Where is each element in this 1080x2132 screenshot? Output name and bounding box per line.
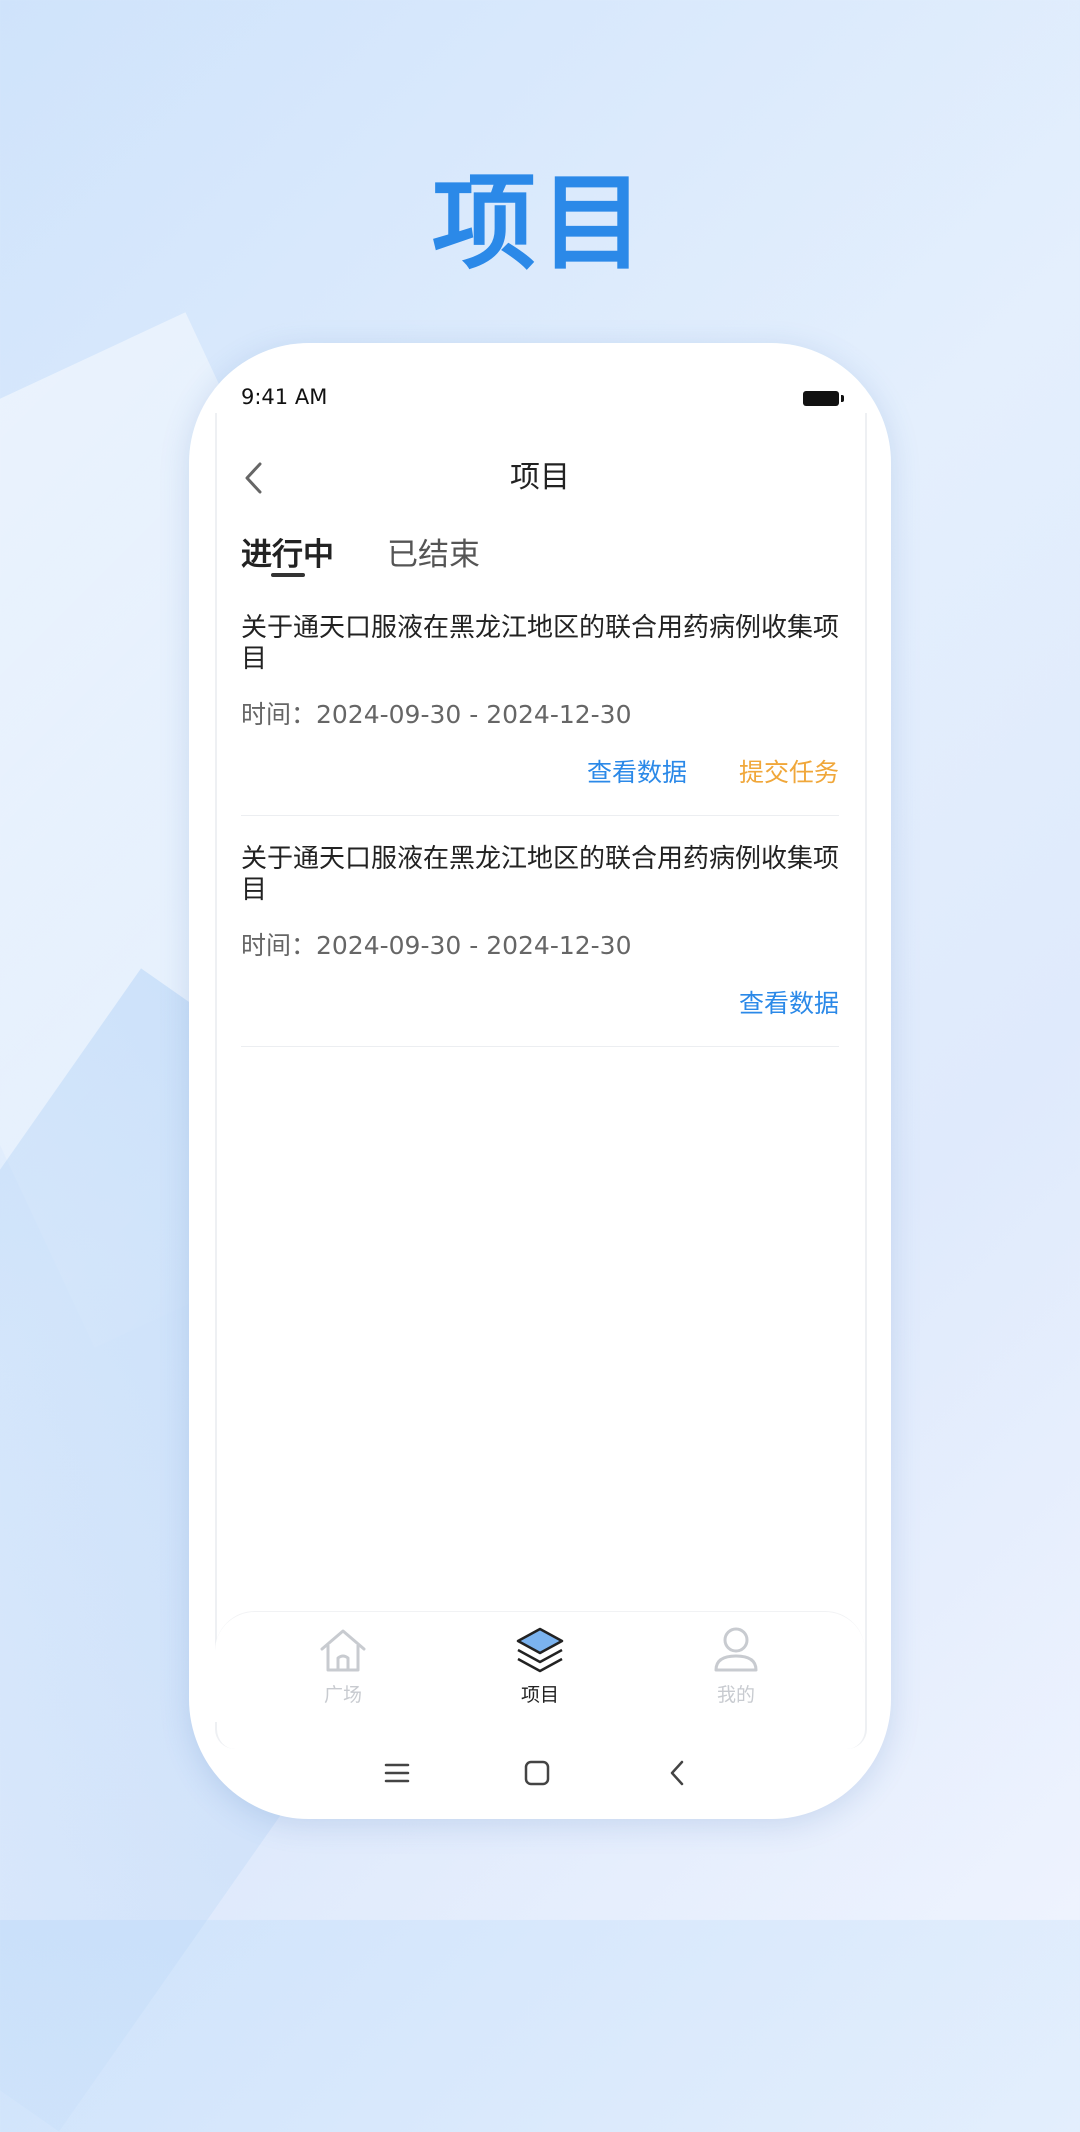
tab-indicator <box>271 573 305 577</box>
hero-title: 项目 <box>431 162 648 284</box>
menu-icon <box>384 1763 410 1783</box>
view-data-button[interactable]: 查看数据 <box>739 984 839 1020</box>
tabbar-label: 项目 <box>520 1684 559 1706</box>
chevron-left-icon <box>670 1760 684 1786</box>
bottom-tabbar: 广场 项目 我的 <box>215 1611 865 1722</box>
project-card[interactable]: 关于通天口服液在黑龙江地区的联合用药病例收集项目 时间：2024-09-30 -… <box>241 844 839 1047</box>
system-back-button[interactable] <box>652 1743 702 1803</box>
tab-ended[interactable]: 已结束 <box>387 529 480 574</box>
square-icon <box>524 1760 550 1786</box>
home-icon <box>320 1629 366 1672</box>
layers-icon <box>516 1627 564 1673</box>
tabbar-item-mine[interactable]: 我的 <box>676 1624 796 1707</box>
project-time: 时间：2024-09-30 - 2024-12-30 <box>241 700 632 729</box>
project-title: 关于通天口服液在黑龙江地区的联合用药病例收集项目 <box>241 844 840 905</box>
project-actions: 查看数据 <box>241 984 839 1020</box>
system-home-button[interactable] <box>512 1743 562 1803</box>
project-time: 时间：2024-09-30 - 2024-12-30 <box>241 931 632 960</box>
tabbar-item-project[interactable]: 项目 <box>480 1624 600 1707</box>
system-nav-bar <box>189 1743 891 1803</box>
tabbar-label: 我的 <box>716 1684 755 1706</box>
submit-task-button[interactable]: 提交任务 <box>739 753 839 789</box>
tabbar-item-plaza[interactable]: 广场 <box>283 1624 403 1707</box>
project-title: 关于通天口服液在黑龙江地区的联合用药病例收集项目 <box>241 613 840 674</box>
battery-icon <box>803 391 844 406</box>
page-title: 项目 <box>510 460 570 495</box>
tab-ongoing[interactable]: 进行中 <box>241 529 334 574</box>
status-time: 9:41 AM <box>241 385 328 409</box>
project-actions: 查看数据 提交任务 <box>241 753 839 789</box>
view-data-button[interactable]: 查看数据 <box>587 753 687 789</box>
tabbar-label: 广场 <box>323 1684 362 1706</box>
system-menu-button[interactable] <box>372 1743 422 1803</box>
user-icon <box>714 1627 758 1672</box>
project-card[interactable]: 关于通天口服液在黑龙江地区的联合用药病例收集项目 时间：2024-09-30 -… <box>241 613 839 816</box>
phone-frame: 9:41 AM 项目 进行中 已结束 关于通天口服液在黑龙江地区的联合用药病例收… <box>189 343 891 1819</box>
project-list: 关于通天口服液在黑龙江地区的联合用药病例收集项目 时间：2024-09-30 -… <box>241 613 839 1075</box>
